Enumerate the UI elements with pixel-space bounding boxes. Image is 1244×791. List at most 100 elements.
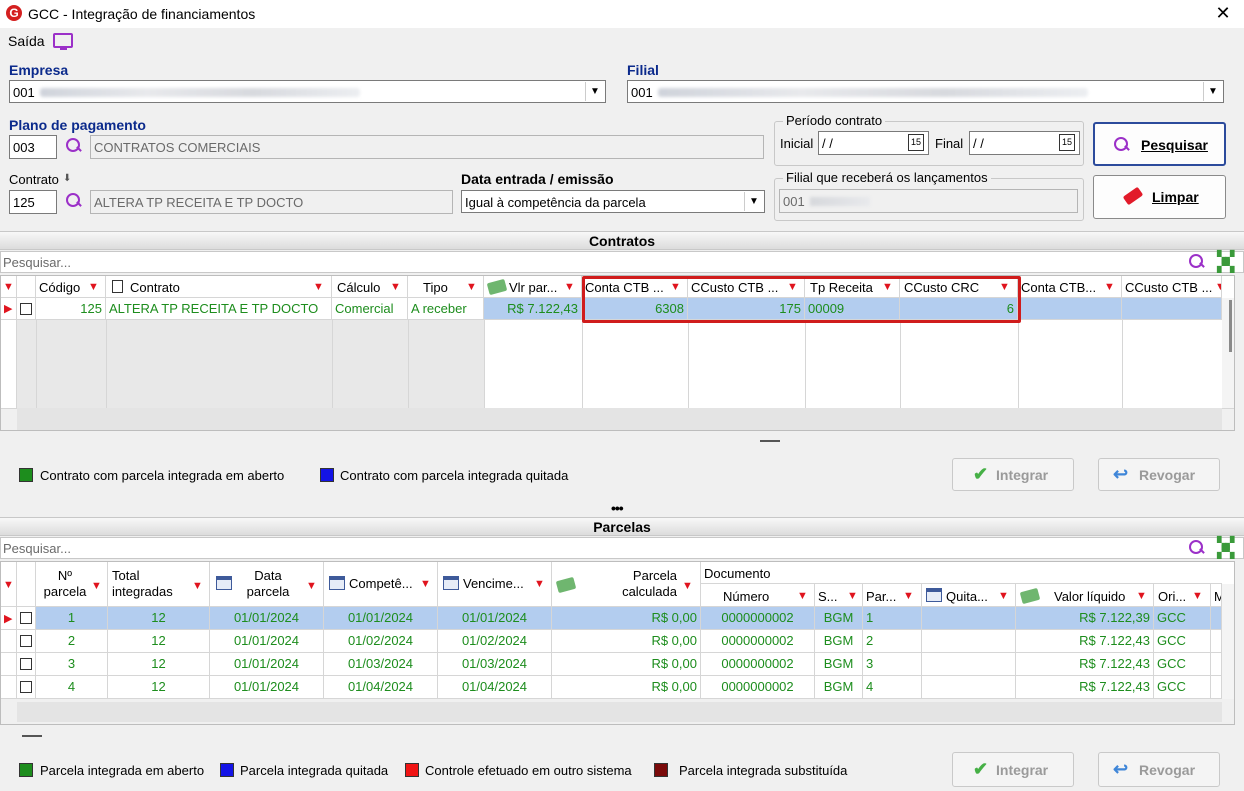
cell-total[interactable]: 12 xyxy=(108,676,210,699)
cell-quita[interactable] xyxy=(922,607,1016,630)
filter-icon[interactable]: ▼ xyxy=(420,578,431,590)
cell-numero[interactable]: 0000000002 xyxy=(701,653,815,676)
filter-icon[interactable]: ▼ xyxy=(192,578,203,594)
filter-icon[interactable]: ▼ xyxy=(797,590,808,602)
horizontal-scrollbar[interactable] xyxy=(17,702,1222,722)
cell-par[interactable]: 1 xyxy=(863,607,922,630)
filter-icon[interactable]: ▼ xyxy=(1215,281,1221,293)
cell-total[interactable]: 12 xyxy=(108,607,210,630)
col-m[interactable]: M xyxy=(1211,584,1222,607)
cell-data[interactable]: 01/01/2024 xyxy=(210,676,324,699)
col-data-parcela[interactable]: Data parcela ▼ xyxy=(210,562,324,607)
col-conta-ctb-2[interactable]: Conta CTB... ▼ xyxy=(1018,276,1122,298)
cell-valor[interactable]: R$ 7.122,39 xyxy=(1016,607,1154,630)
chevron-down-icon[interactable]: ▼ xyxy=(1203,82,1222,101)
cell-data[interactable]: 01/01/2024 xyxy=(210,630,324,653)
col-num-parcela[interactable]: Nº parcela ▼ xyxy=(36,562,108,607)
cell-venc[interactable]: 01/01/2024 xyxy=(438,607,552,630)
cell-quita[interactable] xyxy=(922,630,1016,653)
data-entrada-select[interactable]: Igual à competência da parcela ▼ xyxy=(461,190,765,213)
vertical-scrollbar[interactable] xyxy=(1222,298,1234,408)
cell-numero[interactable]: 0000000002 xyxy=(701,630,815,653)
filter-icon[interactable]: ▼ xyxy=(1192,590,1203,602)
cell-m[interactable] xyxy=(1211,676,1222,699)
cell-par[interactable]: 2 xyxy=(863,630,922,653)
limpar-button[interactable]: Limpar xyxy=(1093,175,1226,219)
col-vlr[interactable]: Vlr par... ▼ xyxy=(484,276,582,298)
col-parcela-calculada[interactable]: Parcela calculada ▼ xyxy=(552,562,701,607)
expand-grid-icon[interactable]: ▚▞ ▞▚ xyxy=(1217,251,1234,272)
expand-grid-icon[interactable]: ▚▞ ▞▚ xyxy=(1217,537,1234,558)
cell-num[interactable]: 2 xyxy=(36,630,108,653)
vertical-scrollbar[interactable] xyxy=(1222,584,1234,699)
col-calculo[interactable]: Cálculo ▼ xyxy=(332,276,408,298)
filter-icon[interactable]: ▼ xyxy=(1104,281,1115,293)
filter-icon[interactable]: ▼ xyxy=(306,578,317,594)
cell-num[interactable]: 1 xyxy=(36,607,108,630)
cell-numero[interactable]: 0000000002 xyxy=(701,607,815,630)
calendar-icon[interactable]: 15 xyxy=(907,134,924,151)
search-icon[interactable] xyxy=(1187,253,1205,271)
filter-icon[interactable]: ▼ xyxy=(998,590,1009,602)
final-date-input[interactable]: / / 15 xyxy=(969,131,1080,155)
cell-quita[interactable] xyxy=(922,676,1016,699)
parcelas-search-input[interactable]: Pesquisar... xyxy=(0,537,1244,559)
close-icon[interactable]: ✕ xyxy=(1212,2,1234,24)
filial-select[interactable]: 001 ▼ xyxy=(627,80,1224,103)
filter-icon[interactable]: ▼ xyxy=(1136,590,1147,602)
row-checkbox[interactable] xyxy=(20,303,32,315)
plano-code-input[interactable]: 003 xyxy=(9,135,57,159)
cell-data[interactable]: 01/01/2024 xyxy=(210,653,324,676)
filter-icon[interactable]: ▼ xyxy=(564,281,575,293)
revogar-button[interactable]: ↩ Revogar xyxy=(1098,752,1220,787)
col-competencia[interactable]: Competê... ▼ xyxy=(324,562,438,607)
contratos-search-input[interactable]: Pesquisar... xyxy=(0,251,1244,273)
filter-icon[interactable]: ▼ xyxy=(91,578,102,594)
cell-tipo[interactable]: A receber xyxy=(408,298,484,320)
cell-numero[interactable]: 0000000002 xyxy=(701,676,815,699)
inicial-date-input[interactable]: / / 15 xyxy=(818,131,929,155)
cell-data[interactable]: 01/01/2024 xyxy=(210,607,324,630)
cell-venc[interactable]: 01/02/2024 xyxy=(438,630,552,653)
integrar-button[interactable]: ✔ Integrar xyxy=(952,752,1074,787)
cell-s[interactable]: BGM xyxy=(815,676,863,699)
resize-grip[interactable] xyxy=(22,735,42,737)
cell-ori[interactable]: GCC xyxy=(1154,607,1211,630)
cell-num[interactable]: 4 xyxy=(36,676,108,699)
cell-calculo[interactable]: Comercial xyxy=(332,298,408,320)
cell-quita[interactable] xyxy=(922,653,1016,676)
monitor-icon[interactable] xyxy=(53,33,73,50)
cell-num[interactable]: 3 xyxy=(36,653,108,676)
cell-m[interactable] xyxy=(1211,607,1222,630)
col-valor-liquido[interactable]: Valor líquido ▼ xyxy=(1016,584,1154,607)
col-numero[interactable]: Número ▼ xyxy=(701,584,815,607)
cell-codigo[interactable]: 125 xyxy=(36,298,106,320)
col-s[interactable]: S... ▼ xyxy=(815,584,863,607)
cell-compet[interactable]: 01/01/2024 xyxy=(324,607,438,630)
col-par[interactable]: Par... ▼ xyxy=(863,584,922,607)
contrato-code-input[interactable]: 125 xyxy=(9,190,57,214)
cell-par[interactable]: 3 xyxy=(863,653,922,676)
cell-m[interactable] xyxy=(1211,653,1222,676)
search-icon[interactable] xyxy=(64,137,82,155)
cell-s[interactable]: BGM xyxy=(815,630,863,653)
cell-calc[interactable]: R$ 0,00 xyxy=(552,607,701,630)
filter-icon[interactable]: ▼ xyxy=(313,281,324,293)
cell-ccusto-ctb-2[interactable] xyxy=(1122,298,1222,320)
cell-conta-ctb-2[interactable] xyxy=(1018,298,1122,320)
col-vencimento[interactable]: Vencime... ▼ xyxy=(438,562,552,607)
col-codigo[interactable]: Código ▼ xyxy=(36,276,106,298)
splitter-handle[interactable]: ••• xyxy=(611,500,624,516)
cell-valor[interactable]: R$ 7.122,43 xyxy=(1016,653,1154,676)
chevron-down-icon[interactable]: ▼ xyxy=(744,192,763,211)
row-checkbox[interactable] xyxy=(20,612,32,624)
cell-total[interactable]: 12 xyxy=(108,653,210,676)
cell-compet[interactable]: 01/03/2024 xyxy=(324,653,438,676)
row-checkbox[interactable] xyxy=(20,635,32,647)
cell-vlr[interactable]: R$ 7.122,43 xyxy=(484,298,582,320)
filter-icon[interactable]: ▼ xyxy=(534,578,545,590)
cell-ori[interactable]: GCC xyxy=(1154,630,1211,653)
resize-grip[interactable] xyxy=(760,440,780,442)
cell-compet[interactable]: 01/02/2024 xyxy=(324,630,438,653)
col-total[interactable]: Total integradas ▼ xyxy=(108,562,210,607)
